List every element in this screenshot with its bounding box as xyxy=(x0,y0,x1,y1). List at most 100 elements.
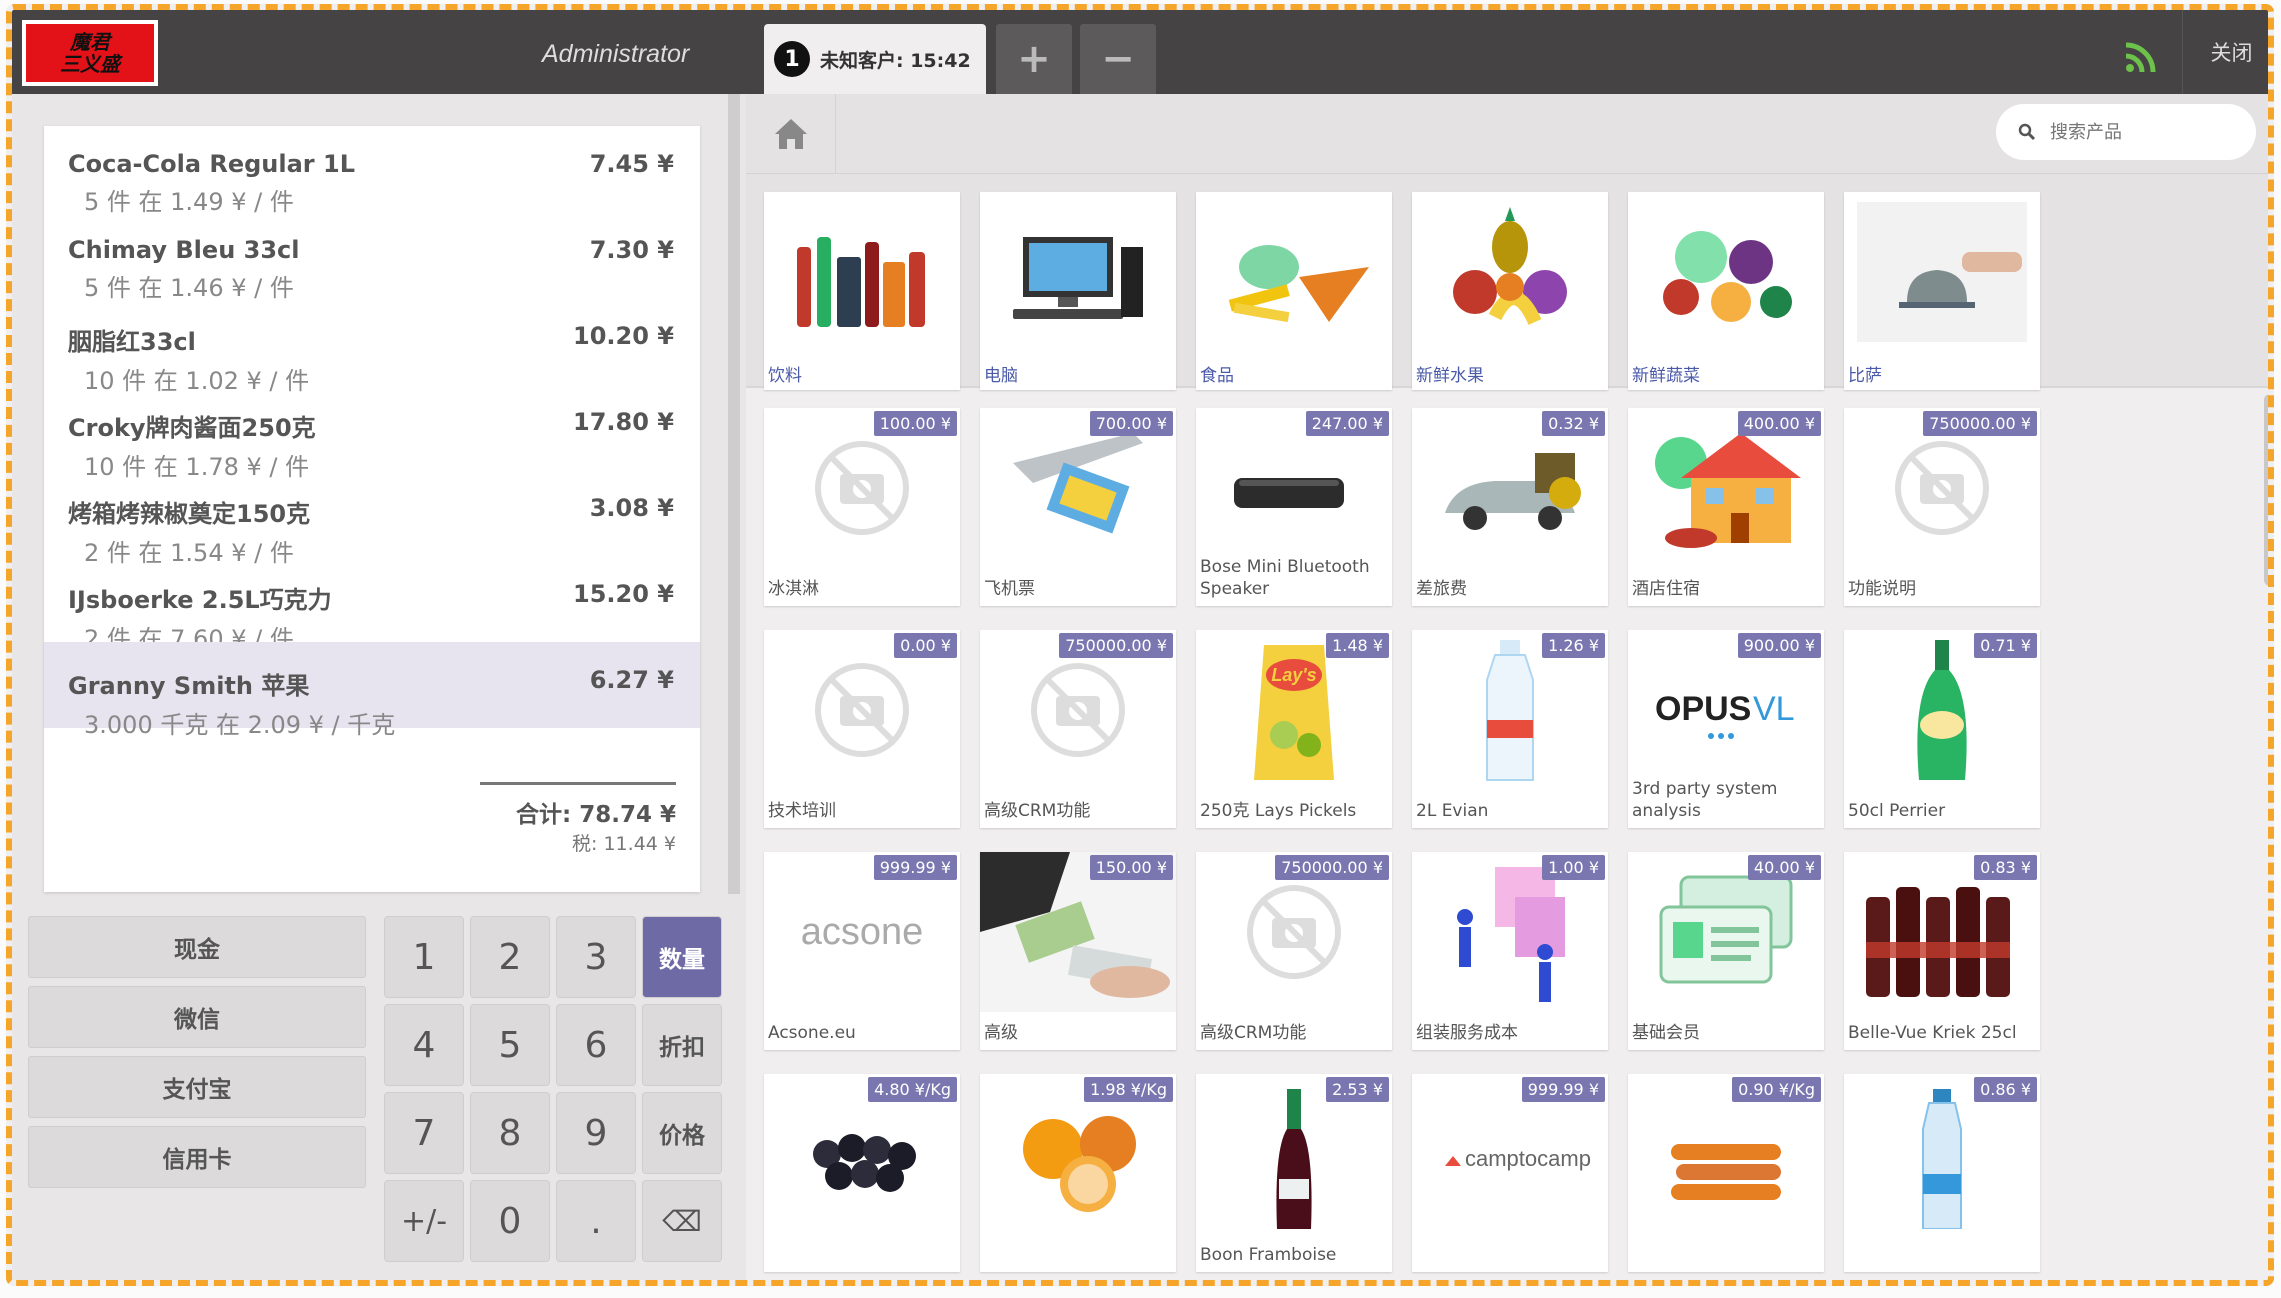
numpad-quantity-mode[interactable]: 数量 xyxy=(642,916,722,998)
category-drinks[interactable]: 饮料 xyxy=(764,192,960,390)
search-box[interactable] xyxy=(1996,104,2256,160)
numpad-3[interactable]: 3 xyxy=(556,916,636,998)
pane-divider[interactable] xyxy=(728,94,740,894)
product-tile[interactable]: 150.00 ¥ 高级 xyxy=(980,852,1176,1050)
product-tile[interactable]: 750000.00 ¥ 高级CRM功能 xyxy=(1196,852,1392,1050)
order-tab[interactable]: 1 未知客户: 15:42 xyxy=(764,24,986,94)
no-image-icon xyxy=(815,663,909,757)
numpad-4[interactable]: 4 xyxy=(384,1004,464,1086)
product-tile[interactable]: camptocamp 999.99 ¥ xyxy=(1412,1074,1608,1272)
paymethod-alipay-button[interactable]: 支付宝 xyxy=(28,1056,366,1118)
numpad-0[interactable]: 0 xyxy=(470,1180,550,1262)
no-image-icon xyxy=(1247,885,1341,979)
paymethod-cash-button[interactable]: 现金 xyxy=(28,916,366,978)
camptocamp-logo-text: camptocamp xyxy=(1465,1146,1591,1171)
numpad-price-mode[interactable]: 价格 xyxy=(642,1092,722,1174)
order-line[interactable]: Coca-Cola Regular 1L 7.45 ¥ 5 件 在 1.49 ¥… xyxy=(44,126,700,216)
numpad-discount-mode[interactable]: 折扣 xyxy=(642,1004,722,1086)
numpad-sign[interactable]: +/- xyxy=(384,1180,464,1262)
no-image-icon xyxy=(1031,663,1125,757)
category-fruits[interactable]: 新鲜水果 xyxy=(1412,192,1608,390)
speaker-image xyxy=(1234,478,1344,508)
product-name: 组装服务成本 xyxy=(1416,1023,1518,1043)
price-tag: 1.26 ¥ xyxy=(1542,633,1605,658)
product-name: 酒店住宿 xyxy=(1632,579,1700,599)
price-tag: 750000.00 ¥ xyxy=(1275,855,1389,880)
acsone-logo: acsone xyxy=(801,911,924,953)
product-tile[interactable]: 700.00 ¥ 飞机票 xyxy=(980,408,1176,606)
category-computers[interactable]: 电脑 xyxy=(980,192,1176,390)
carrots-image xyxy=(1671,1144,1781,1200)
cashier-name[interactable]: Administrator xyxy=(542,40,689,69)
order-line[interactable]: 胭脂红33cl 10.20 ¥ 10 件 在 1.02 ¥ / 件 xyxy=(44,298,700,395)
opusvl-logo: OPUS VL xyxy=(1655,690,1795,739)
product-tile[interactable]: 4.80 ¥/Kg xyxy=(764,1074,960,1272)
product-tile[interactable]: 1.98 ¥/Kg xyxy=(980,1074,1176,1272)
paymethod-card-button[interactable]: 信用卡 xyxy=(28,1126,366,1188)
numpad-1[interactable]: 1 xyxy=(384,916,464,998)
order-line-info: 3.000 千克 在 2.09 ¥ / 千克 xyxy=(84,711,396,739)
order-line-price: 17.80 ¥ xyxy=(573,408,674,436)
product-scrollbar[interactable] xyxy=(2264,394,2268,586)
order-line-price: 7.30 ¥ xyxy=(589,236,674,264)
numpad-5[interactable]: 5 xyxy=(470,1004,550,1086)
product-tile[interactable]: 0.00 ¥ 技术培训 xyxy=(764,630,960,828)
order-line-selected[interactable]: Granny Smith 苹果 6.27 ¥ 3.000 千克 在 2.09 ¥… xyxy=(44,642,700,739)
price-tag: 999.99 ¥ xyxy=(1521,1077,1605,1102)
product-tile[interactable]: OPUS VL 900.00 ¥ 3rd party system analys… xyxy=(1628,630,1824,828)
product-tile[interactable]: 247.00 ¥ Bose Mini Bluetooth Speaker xyxy=(1196,408,1392,606)
product-tile[interactable]: 750000.00 ¥ 功能说明 xyxy=(1844,408,2040,606)
product-tile[interactable]: 0.32 ¥ 差旅费 xyxy=(1412,408,1608,606)
numpad-6[interactable]: 6 xyxy=(556,1004,636,1086)
order-line[interactable]: IJsboerke 2.5L巧克力 15.20 ¥ 2 件 在 7.60 ¥ /… xyxy=(44,556,700,653)
order-line-name: Chimay Bleu 33cl xyxy=(68,236,300,264)
numpad-backspace[interactable]: ⌫ xyxy=(642,1180,722,1262)
numpad-2[interactable]: 2 xyxy=(470,916,550,998)
product-name: 250克 Lays Pickels xyxy=(1200,801,1357,821)
price-tag: 0.86 ¥ xyxy=(1974,1077,2037,1102)
numpad-7[interactable]: 7 xyxy=(384,1092,464,1174)
price-tag: 1.48 ¥ xyxy=(1326,633,1389,658)
order-summary: 合计: 78.74 ¥ 税: 11.44 ¥ xyxy=(480,782,676,856)
no-image-icon xyxy=(1895,441,1989,535)
close-button[interactable]: 关闭 xyxy=(2182,10,2268,94)
product-tile[interactable]: 2.53 ¥ Boon Framboise xyxy=(1196,1074,1392,1272)
search-input[interactable] xyxy=(2050,121,2230,143)
product-name: 飞机票 xyxy=(984,579,1035,599)
order-line[interactable]: Chimay Bleu 33cl 7.30 ¥ 5 件 在 1.46 ¥ / 件 xyxy=(44,212,700,302)
fruits-image xyxy=(1453,207,1567,326)
product-tile[interactable]: 100.00 ¥ 冰淇淋 xyxy=(764,408,960,606)
product-tile[interactable]: 1.26 ¥ 2L Evian xyxy=(1412,630,1608,828)
no-image-icon xyxy=(815,441,909,535)
paymethod-wechat-button[interactable]: 微信 xyxy=(28,986,366,1048)
order-line-price: 15.20 ¥ xyxy=(573,580,674,608)
order-line[interactable]: 烤箱烤辣椒奠定150克 3.08 ¥ 2 件 在 1.54 ¥ / 件 xyxy=(44,470,700,567)
product-tile[interactable]: 750000.00 ¥ 高级CRM功能 xyxy=(980,630,1176,828)
product-tile[interactable]: 400.00 ¥ 酒店住宿 xyxy=(1628,408,1824,606)
product-tile[interactable]: 1.00 ¥ 组装服务成本 xyxy=(1412,852,1608,1050)
order-line[interactable]: Croky牌肉酱面250克 17.80 ¥ 10 件 在 1.78 ¥ / 件 xyxy=(44,384,700,481)
product-tile[interactable]: 40.00 ¥ 基础会员 xyxy=(1628,852,1824,1050)
product-tile[interactable]: 0.90 ¥/Kg xyxy=(1628,1074,1824,1272)
price-tag: 700.00 ¥ xyxy=(1089,411,1173,436)
price-tag: 40.00 ¥ xyxy=(1747,855,1821,880)
product-name: 高级CRM功能 xyxy=(1200,1023,1307,1043)
category-pizza[interactable]: 比萨 xyxy=(1844,192,2040,390)
product-tile[interactable]: acsone 999.99 ¥ Acsone.eu xyxy=(764,852,960,1050)
remove-order-button[interactable]: − xyxy=(1080,24,1156,94)
product-tile[interactable]: Lay's 1.48 ¥ 250克 Lays Pickels xyxy=(1196,630,1392,828)
category-vegetables[interactable]: 新鲜蔬菜 xyxy=(1628,192,1824,390)
product-tile[interactable]: 0.71 ¥ 50cl Perrier xyxy=(1844,630,2040,828)
add-order-button[interactable]: + xyxy=(996,24,1072,94)
car-image xyxy=(1445,453,1581,530)
product-tile[interactable]: 0.86 ¥ xyxy=(1844,1074,2040,1272)
category-food[interactable]: 食品 xyxy=(1196,192,1392,390)
numpad-dot[interactable]: . xyxy=(556,1180,636,1262)
home-button[interactable] xyxy=(746,94,836,174)
product-tile[interactable]: 0.83 ¥ Belle-Vue Kriek 25cl xyxy=(1844,852,2040,1050)
camptocamp-logo: camptocamp xyxy=(1445,1146,1591,1171)
numpad-9[interactable]: 9 xyxy=(556,1092,636,1174)
order-number-badge: 1 xyxy=(774,41,810,77)
numpad-8[interactable]: 8 xyxy=(470,1092,550,1174)
price-tag: 100.00 ¥ xyxy=(873,411,957,436)
